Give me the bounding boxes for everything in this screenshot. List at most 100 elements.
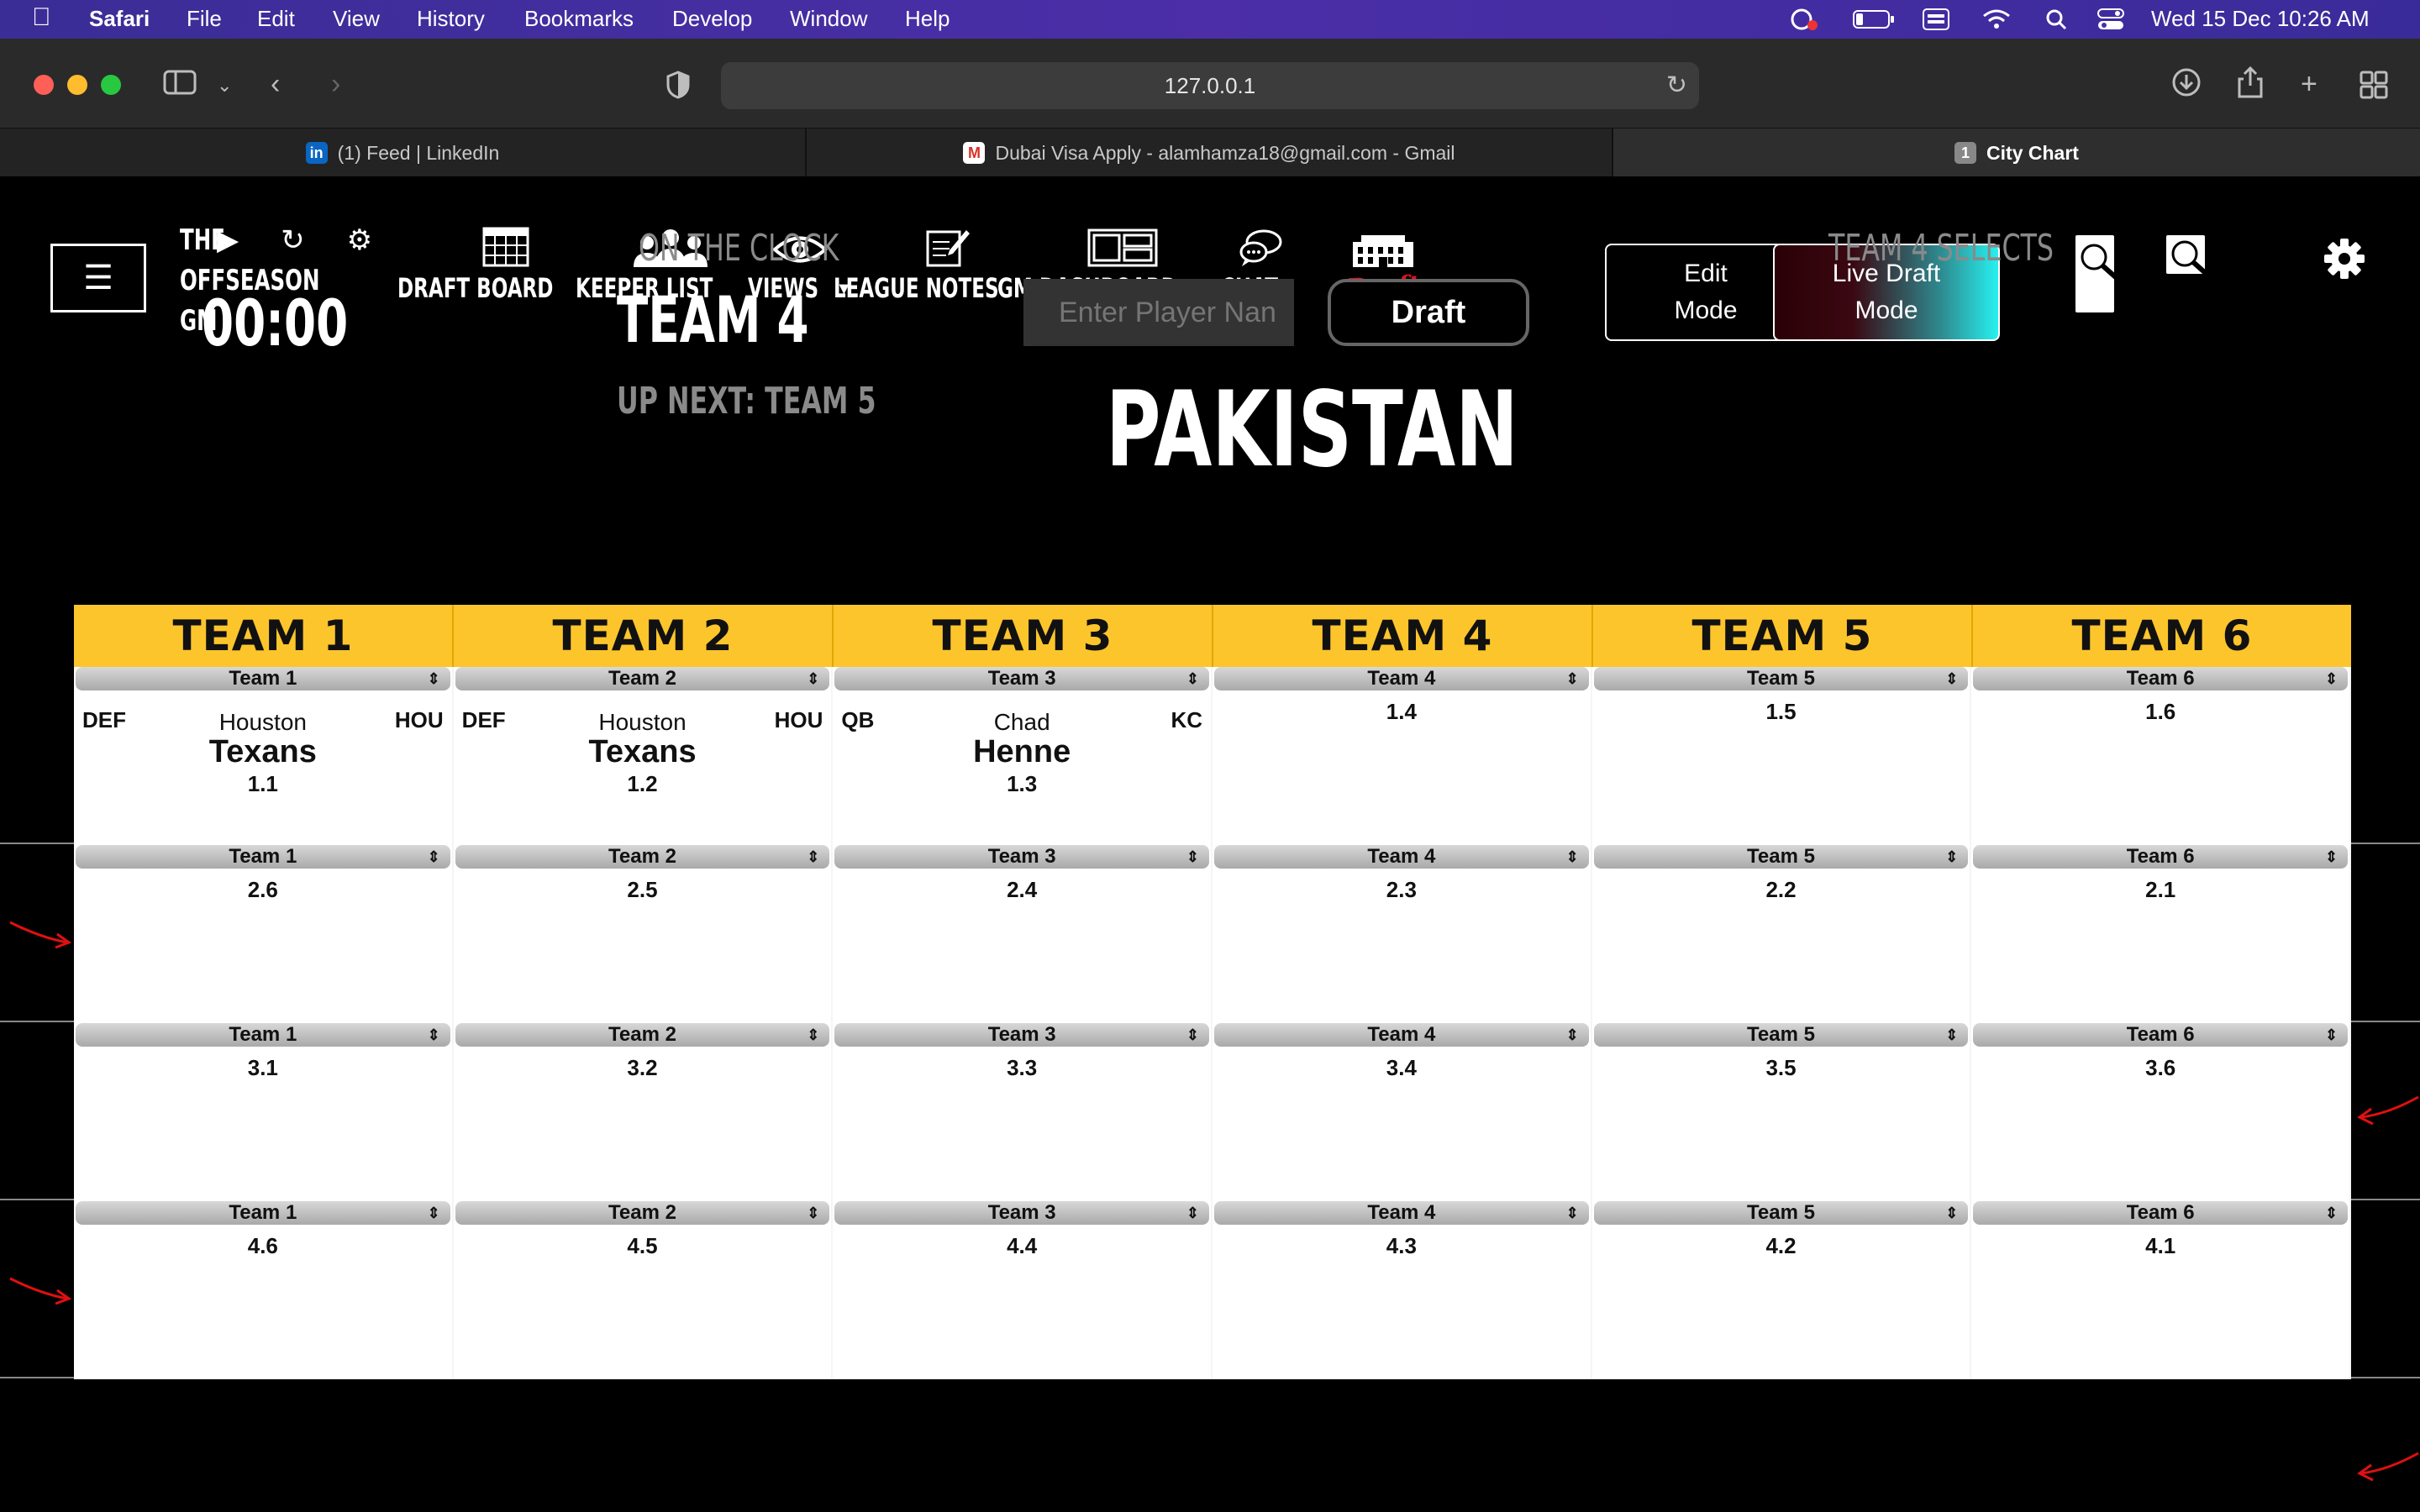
draft-button[interactable]: Draft — [1328, 279, 1529, 346]
play-icon[interactable]: ▶ — [217, 223, 239, 257]
pick-cell[interactable]: Team 4 ⇕ 4.3 — [1213, 1201, 1592, 1379]
team-owner-select[interactable]: Team 6 ⇕ — [1973, 845, 2349, 869]
pick-cell[interactable]: Team 2 ⇕ 4.5 — [454, 1201, 834, 1379]
pick-cell[interactable]: Team 6 ⇕ 1.6 — [1971, 667, 2352, 845]
apple-menu-icon[interactable]:  — [32, 3, 51, 32]
new-tab-icon[interactable]: + — [2301, 67, 2317, 101]
team-owner-select[interactable]: Team 3 ⇕ — [834, 845, 1210, 869]
player-first-name: Houston — [218, 709, 307, 735]
menu-help[interactable]: Help — [905, 6, 950, 32]
pick-cell[interactable]: Team 5 ⇕ 4.2 — [1592, 1201, 1972, 1379]
url-text[interactable]: 127.0.0.1 — [1165, 73, 1255, 99]
pick-cell[interactable]: Team 2 ⇕ DEF HOU Houston Texans 1.2 — [454, 667, 834, 845]
spotlight-search-icon[interactable] — [2044, 3, 2069, 35]
chevron-down-icon[interactable]: ⌄ — [217, 69, 232, 102]
team-owner-select[interactable]: Team 5 ⇕ — [1593, 845, 1969, 869]
draft-board: TEAM 1 TEAM 2 TEAM 3 TEAM 4 TEAM 5 TEAM 6 Tea… — [74, 605, 2352, 1379]
tab-overview-icon[interactable] — [2360, 71, 2388, 107]
nav-draft-board[interactable]: DRAFT BOARD — [397, 220, 573, 306]
reset-icon[interactable]: ↻ — [281, 223, 305, 257]
privacy-shield-icon[interactable] — [666, 71, 691, 107]
pick-cell[interactable]: Team 4 ⇕ 2.3 — [1213, 845, 1592, 1023]
pick-cell[interactable]: Team 3 ⇕ 4.4 — [833, 1201, 1213, 1379]
team-owner-select[interactable]: Team 3 ⇕ — [834, 1023, 1210, 1047]
team-owner-select[interactable]: Team 4 ⇕ — [1214, 845, 1589, 869]
wifi-icon[interactable] — [1981, 3, 2012, 35]
team-owner-select[interactable]: Team 1 ⇕ — [76, 667, 450, 690]
pick-cell[interactable]: Team 5 ⇕ 1.5 — [1592, 667, 1972, 845]
team-owner-select[interactable]: Team 4 ⇕ — [1214, 1023, 1589, 1047]
menu-view[interactable]: View — [333, 6, 380, 32]
pick-number: 2.6 — [247, 877, 278, 902]
team-owner-select[interactable]: Team 1 ⇕ — [76, 1201, 450, 1225]
pick-cell[interactable]: Team 6 ⇕ 2.1 — [1971, 845, 2352, 1023]
pick-number: 2.4 — [1007, 877, 1038, 902]
pick-cell[interactable]: Team 3 ⇕ 3.3 — [833, 1023, 1213, 1201]
menu-file[interactable]: File — [187, 6, 222, 32]
pick-cell[interactable]: Team 2 ⇕ 3.2 — [454, 1023, 834, 1201]
forward-arrow-icon[interactable]: › — [331, 67, 340, 101]
creative-cloud-icon[interactable] — [1786, 3, 1820, 35]
pick-number: 3.1 — [247, 1055, 278, 1080]
pick-cell[interactable]: Team 5 ⇕ 2.2 — [1592, 845, 1972, 1023]
team-owner-select[interactable]: Team 5 ⇕ — [1593, 667, 1969, 690]
pick-cell[interactable]: Team 6 ⇕ 3.6 — [1971, 1023, 2352, 1201]
tab-linkedin[interactable]: in (1) Feed | LinkedIn — [0, 129, 807, 177]
close-window-button[interactable] — [34, 75, 54, 95]
minimize-window-button[interactable] — [67, 75, 87, 95]
reload-icon[interactable]: ↻ — [1666, 71, 1687, 100]
team-owner-select[interactable]: Team 4 ⇕ — [1214, 1201, 1589, 1225]
team-owner-select[interactable]: Team 1 ⇕ — [76, 1023, 450, 1047]
menu-app-name[interactable]: Safari — [89, 6, 150, 32]
pick-cell[interactable]: Team 6 ⇕ 4.1 — [1971, 1201, 2352, 1379]
pick-cell[interactable]: Team 1 ⇕ 3.1 — [74, 1023, 454, 1201]
sidebar-toggle-icon[interactable] — [163, 69, 197, 103]
pick-cell[interactable]: Team 3 ⇕ QB KC Chad Henne 1.3 — [833, 667, 1213, 845]
team-owner-select[interactable]: Team 3 ⇕ — [834, 667, 1210, 690]
back-arrow-icon[interactable]: ‹ — [271, 67, 280, 101]
pick-number: 1.4 — [1386, 699, 1417, 724]
team-owner-select[interactable]: Team 1 ⇕ — [76, 845, 450, 869]
address-bar[interactable]: 127.0.0.1 ↻ — [721, 62, 1699, 109]
menu-edit[interactable]: Edit — [257, 6, 295, 32]
pick-cell[interactable]: Team 2 ⇕ 2.5 — [454, 845, 834, 1023]
control-center-icon[interactable] — [2096, 3, 2126, 35]
downloads-icon[interactable] — [2171, 67, 2202, 105]
pick-cell[interactable]: Team 3 ⇕ 2.4 — [833, 845, 1213, 1023]
team-owner-select[interactable]: Team 2 ⇕ — [455, 1201, 830, 1225]
zoom-out-button[interactable] — [2166, 235, 2210, 278]
team-owner-select[interactable]: Team 6 ⇕ — [1973, 1023, 2349, 1047]
pick-cell[interactable]: Team 1 ⇕ DEF HOU Houston Texans 1.1 — [74, 667, 454, 845]
zoom-window-button[interactable] — [101, 75, 121, 95]
battery-icon[interactable] — [1852, 3, 1896, 35]
team-owner-select[interactable]: Team 4 ⇕ — [1214, 667, 1589, 690]
team-owner-select[interactable]: Team 3 ⇕ — [834, 1201, 1210, 1225]
tab-city-chart[interactable]: 1 City Chart — [1613, 129, 2420, 177]
team-owner-select[interactable]: Team 6 ⇕ — [1973, 667, 2349, 690]
pick-cell[interactable]: Team 1 ⇕ 4.6 — [74, 1201, 454, 1379]
menu-develop[interactable]: Develop — [672, 6, 752, 32]
hamburger-menu-button[interactable]: ☰ — [50, 244, 146, 312]
pick-cell[interactable]: Team 4 ⇕ 3.4 — [1213, 1023, 1592, 1201]
team-owner-select[interactable]: Team 5 ⇕ — [1593, 1201, 1969, 1225]
settings-gear-icon[interactable] — [2323, 237, 2366, 285]
share-icon[interactable] — [2237, 66, 2264, 107]
tab-gmail[interactable]: M Dubai Visa Apply - alamhamza18@gmail.c… — [807, 129, 1613, 177]
pick-cell[interactable]: Team 5 ⇕ 3.5 — [1592, 1023, 1972, 1201]
team-owner-select[interactable]: Team 2 ⇕ — [455, 845, 830, 869]
menu-history[interactable]: History — [417, 6, 485, 32]
menubar-clock[interactable]: Wed 15 Dec 10:26 AM — [2151, 6, 2370, 32]
select-arrows-icon: ⇕ — [427, 848, 440, 865]
pick-cell[interactable]: Team 1 ⇕ 2.6 — [74, 845, 454, 1023]
player-name-input[interactable] — [1023, 279, 1294, 346]
player-first-name: Houston — [598, 709, 687, 735]
team-owner-select[interactable]: Team 2 ⇕ — [455, 1023, 830, 1047]
team-owner-select[interactable]: Team 6 ⇕ — [1973, 1201, 2349, 1225]
team-owner-select[interactable]: Team 2 ⇕ — [455, 667, 830, 690]
team-owner-select[interactable]: Team 5 ⇕ — [1593, 1023, 1969, 1047]
timer-settings-gear-icon[interactable]: ⚙ — [347, 223, 372, 257]
menu-bookmarks[interactable]: Bookmarks — [524, 6, 634, 32]
pick-cell[interactable]: Team 4 ⇕ 1.4 — [1213, 667, 1592, 845]
keyboard-input-icon[interactable] — [1921, 3, 1951, 35]
menu-window[interactable]: Window — [790, 6, 867, 32]
